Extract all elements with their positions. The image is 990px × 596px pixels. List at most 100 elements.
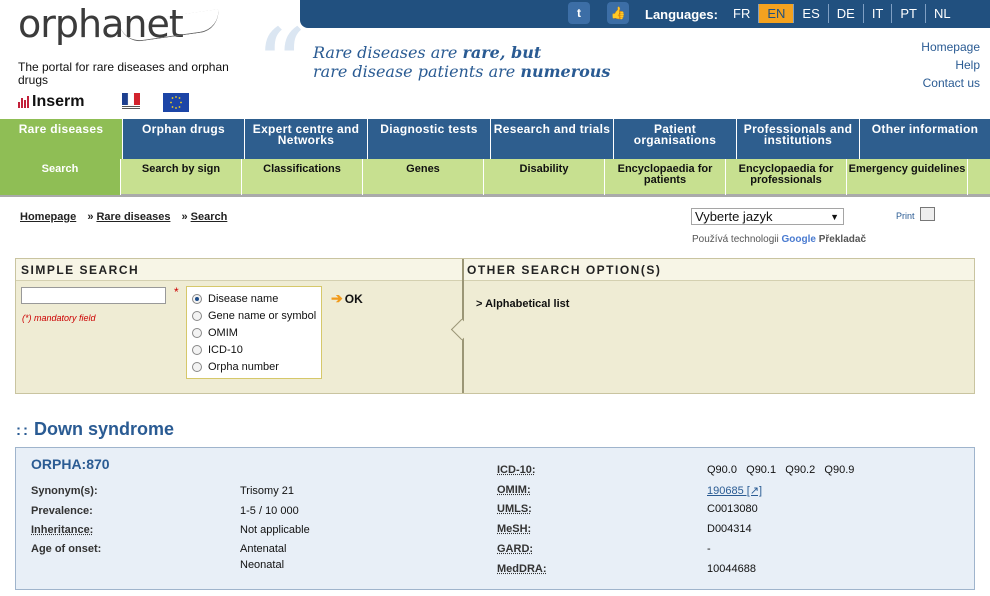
nav-orphan-drugs[interactable]: Orphan drugs [123, 119, 245, 159]
age-of-onset-label: Age of onset: [31, 543, 102, 555]
nav-patient-organisations[interactable]: Patient organisations [614, 119, 737, 159]
subnav-encyclopaedia-professionals[interactable]: Encyclopaedia for professionals [726, 159, 847, 195]
twitter-icon[interactable]: t [568, 2, 590, 24]
subnav-genes[interactable]: Genes [363, 159, 484, 195]
lang-de[interactable]: DE [829, 4, 864, 23]
disease-title: :: Down syndrome [16, 419, 175, 439]
translator-link[interactable]: Překladač [819, 234, 866, 245]
top-bar: t 👍 Languages: FR EN ES DE IT PT NL [300, 0, 990, 28]
eu-flag-icon[interactable] [163, 93, 189, 112]
radio-icon[interactable] [192, 327, 202, 338]
mesh-label[interactable]: MeSH: [497, 523, 531, 535]
age-of-onset-value-2: Neonatal [240, 559, 285, 571]
contact-link[interactable]: Contact us [921, 74, 980, 92]
slogan: Rare diseases are rare, but rare disease… [313, 43, 611, 81]
synonyms-value: Trisomy 21 [240, 485, 294, 497]
nav-research-trials[interactable]: Research and trials [491, 119, 614, 159]
radio-icon[interactable] [192, 344, 202, 355]
umls-label[interactable]: UMLS: [497, 503, 532, 515]
search-type-options: Disease name Gene name or symbol OMIM IC… [186, 286, 322, 379]
breadcrumb-separator: » [87, 211, 94, 223]
inserm-label: Inserm [32, 93, 85, 110]
radio-icon[interactable] [192, 361, 202, 372]
translate-language-select[interactable]: Vyberte jazyk ▼ [691, 208, 844, 225]
omim-label[interactable]: OMIM: [497, 484, 531, 496]
option-omim[interactable]: OMIM [192, 324, 321, 341]
subnav-disability[interactable]: Disability [484, 159, 605, 195]
option-disease-name[interactable]: Disease name [192, 290, 321, 307]
age-of-onset-value-1: Antenatal [240, 543, 287, 555]
required-mark: * [174, 285, 179, 299]
printer-icon[interactable] [920, 207, 935, 221]
subnav-emergency-guidelines[interactable]: Emergency guidelines [847, 159, 968, 195]
breadcrumb-search[interactable]: Search [191, 211, 228, 223]
header-links: Homepage Help Contact us [921, 38, 980, 92]
search-input[interactable] [21, 287, 166, 304]
lang-en[interactable]: EN [759, 4, 795, 23]
subnav-encyclopaedia-patients[interactable]: Encyclopaedia for patients [605, 159, 726, 195]
other-search-title: OTHER SEARCH OPTION(S) [464, 259, 974, 281]
divider-arrow-icon [450, 318, 473, 341]
prevalence-value: 1-5 / 10 000 [240, 505, 299, 517]
main-nav: Rare diseases Orphan drugs Expert centre… [0, 119, 990, 159]
breadcrumb-homepage[interactable]: Homepage [20, 211, 76, 223]
inheritance-value: Not applicable [240, 524, 310, 536]
subnav-classifications[interactable]: Classifications [242, 159, 363, 195]
icd10-label[interactable]: ICD-10: [497, 464, 536, 476]
prevalence-label: Prevalence: [31, 505, 93, 517]
gard-label[interactable]: GARD: [497, 543, 533, 555]
nav-expert-centre[interactable]: Expert centre and Networks [245, 119, 368, 159]
lang-es[interactable]: ES [794, 4, 829, 23]
synonyms-label: Synonym(s): [31, 485, 98, 497]
help-link[interactable]: Help [921, 56, 980, 74]
dots-icon: :: [16, 422, 30, 439]
nav-rare-diseases[interactable]: Rare diseases [0, 119, 123, 159]
alphabetical-list-link[interactable]: > Alphabetical list [476, 298, 569, 310]
ok-button[interactable]: ➔ OK [331, 290, 363, 307]
languages-label: Languages: [645, 7, 718, 22]
lang-pt[interactable]: PT [892, 4, 926, 23]
radio-icon[interactable] [192, 310, 202, 321]
tagline: The portal for rare diseases and orphan … [18, 60, 229, 87]
mandatory-note: (*) mandatory field [22, 313, 96, 323]
breadcrumb-separator: » [181, 211, 188, 223]
breadcrumb-rare-diseases[interactable]: Rare diseases [96, 211, 170, 223]
orpha-code: ORPHA:870 [31, 456, 110, 472]
language-list: FR EN ES DE IT PT NL [725, 4, 959, 23]
homepage-link[interactable]: Homepage [921, 38, 980, 56]
meddra-value: 10044688 [707, 563, 756, 575]
powered-by-google: Používá technologii Google Překladač [692, 234, 867, 245]
sub-nav: Search Search by sign Classifications Ge… [0, 159, 990, 197]
subnav-search[interactable]: Search [0, 159, 121, 195]
simple-search-title: SIMPLE SEARCH [16, 259, 463, 281]
dropdown-arrow-icon: ▼ [830, 212, 839, 222]
radio-icon[interactable] [192, 293, 202, 304]
meddra-label[interactable]: MedDRA: [497, 563, 547, 575]
facebook-like-icon[interactable]: 👍 [607, 2, 629, 24]
lang-fr[interactable]: FR [725, 4, 760, 23]
lang-nl[interactable]: NL [926, 4, 959, 23]
umls-value: C0013080 [707, 503, 758, 515]
gard-value: - [707, 543, 711, 555]
option-icd10[interactable]: ICD-10 [192, 341, 321, 358]
option-gene-name[interactable]: Gene name or symbol [192, 307, 321, 324]
mesh-value: D004314 [707, 523, 752, 535]
option-orpha-number[interactable]: Orpha number [192, 358, 321, 375]
nav-other-information[interactable]: Other information [860, 119, 990, 159]
nav-diagnostic-tests[interactable]: Diagnostic tests [368, 119, 491, 159]
search-panel: SIMPLE SEARCH OTHER SEARCH OPTION(S) * (… [15, 258, 975, 394]
arrow-right-icon: ➔ [331, 290, 343, 306]
inserm-logo[interactable]: Inserm [18, 93, 84, 111]
nav-professionals[interactable]: Professionals and institutions [737, 119, 860, 159]
omim-link[interactable]: 190685 [↗] [707, 484, 762, 497]
french-republic-logo[interactable] [122, 93, 140, 111]
subnav-search-by-sign[interactable]: Search by sign [121, 159, 242, 195]
inheritance-label[interactable]: Inheritance: [31, 524, 93, 536]
breadcrumb: Homepage » Rare diseases » Search [20, 211, 227, 223]
icd10-value: Q90.0 Q90.1 Q90.2 Q90.9 [707, 464, 855, 476]
inserm-bars-icon [18, 96, 29, 108]
translate-select-value: Vyberte jazyk [695, 209, 773, 224]
lang-it[interactable]: IT [864, 4, 893, 23]
google-logo[interactable]: Google [782, 234, 816, 245]
print-link[interactable]: Print [896, 211, 915, 221]
